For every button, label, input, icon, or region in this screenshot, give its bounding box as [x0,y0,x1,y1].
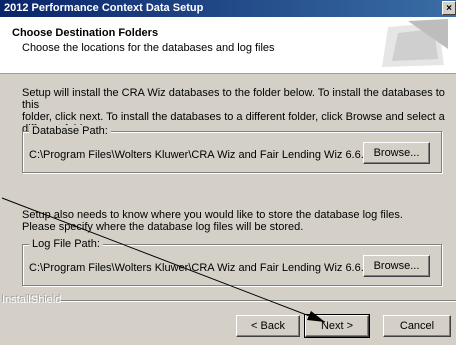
cancel-button[interactable]: Cancel [383,315,451,337]
log-file-path-value: C:\Program Files\Wolters Kluwer\CRA Wiz … [29,262,370,274]
installshield-brand: InstallShield [2,294,62,306]
log-file-path-legend: Log File Path: [29,238,103,250]
title-bar: 2012 Performance Context Data Setup × [0,0,456,17]
log-intro-text: Setup also needs to know where you would… [22,209,403,233]
database-path-legend: Database Path: [29,125,111,137]
intro-line: folder, click next. To install the datab… [22,111,445,123]
wizard-header: Choose Destination Folders Choose the lo… [0,17,456,74]
window-title: 2012 Performance Context Data Setup [4,2,204,14]
database-browse-button[interactable]: Browse... [363,142,430,164]
setup-window: 2012 Performance Context Data Setup × Ch… [0,0,456,345]
next-button[interactable]: Next > [304,314,370,338]
page-subtitle: Choose the locations for the databases a… [22,42,275,54]
wizard-body: Setup will install the CRA Wiz databases… [0,74,456,345]
back-button[interactable]: < Back [236,315,300,337]
close-button[interactable]: × [442,1,456,15]
log-file-path-group: Log File Path: C:\Program Files\Wolters … [22,238,442,286]
log-intro-line: Please specify where the database log fi… [22,221,304,233]
log-intro-line: Setup also needs to know where you would… [22,209,403,221]
database-path-group: Database Path: C:\Program Files\Wolters … [22,125,442,173]
intro-line: Setup will install the CRA Wiz databases… [22,87,445,111]
log-browse-button[interactable]: Browse... [363,255,430,277]
header-graphic-icon [382,19,448,67]
footer-separator [60,300,456,302]
page-title: Choose Destination Folders [12,27,159,39]
database-path-value: C:\Program Files\Wolters Kluwer\CRA Wiz … [29,149,370,161]
